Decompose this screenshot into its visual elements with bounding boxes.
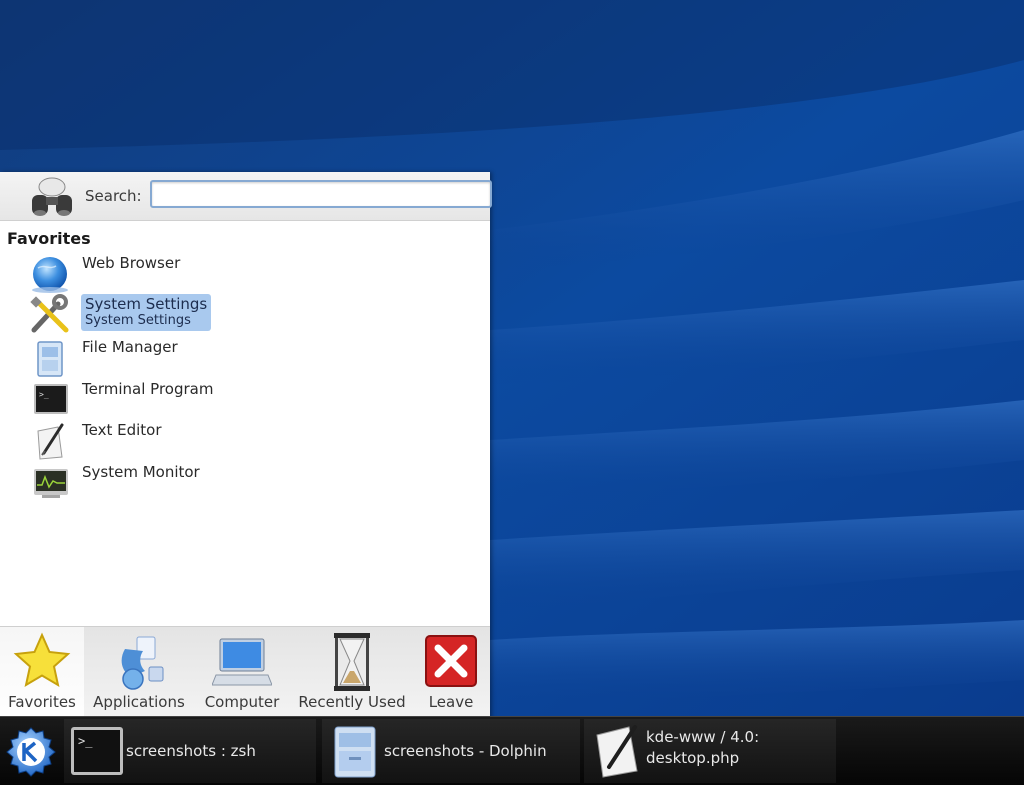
favorite-item-file-manager[interactable]: File Manager bbox=[24, 338, 254, 378]
task-label: kde-www / 4.0: desktop.php bbox=[646, 727, 759, 769]
folder-icon bbox=[334, 726, 376, 778]
tab-favorites[interactable]: Favorites bbox=[0, 627, 84, 724]
tab-label: Leave bbox=[428, 693, 474, 711]
search-bar: Search: bbox=[0, 172, 492, 221]
text-editor-icon bbox=[37, 423, 64, 460]
taskbar-panel: >_ screenshots : zsh screenshots - Dolph… bbox=[0, 716, 1024, 785]
svg-text:>_: >_ bbox=[78, 734, 93, 748]
leave-icon bbox=[425, 635, 477, 687]
favorite-label-block: System Settings System Settings bbox=[81, 294, 212, 331]
favorite-item-system-settings[interactable]: System Settings System Settings bbox=[24, 294, 254, 334]
system-monitor-icon bbox=[34, 469, 68, 498]
task-text-editor-desktop-php[interactable]: kde-www / 4.0: desktop.php bbox=[584, 719, 836, 783]
favorite-sublabel: System Settings bbox=[85, 313, 191, 328]
applications-icon bbox=[121, 636, 164, 690]
tab-recently-used[interactable]: Recently Used bbox=[290, 627, 414, 724]
tab-applications[interactable]: Applications bbox=[84, 627, 194, 724]
tab-label: Computer bbox=[204, 693, 280, 711]
system-settings-icon bbox=[30, 294, 69, 333]
favorite-label: System Settings bbox=[85, 295, 208, 313]
text-editor-icon bbox=[596, 725, 638, 778]
tab-label: Recently Used bbox=[298, 693, 406, 711]
star-icon bbox=[13, 632, 71, 688]
globe-icon bbox=[32, 257, 68, 293]
file-manager-icon bbox=[37, 341, 63, 377]
favorite-label: Web Browser bbox=[82, 254, 181, 272]
computer-icon bbox=[212, 638, 272, 686]
launcher-tab-bar: Favorites Applications Computer Recently… bbox=[0, 626, 490, 724]
application-launcher-menu: Search: Favorites Web Browser System Set… bbox=[0, 172, 492, 724]
terminal-icon: >_ bbox=[71, 727, 123, 775]
svg-text:>_: >_ bbox=[39, 390, 49, 399]
favorite-item-text-editor[interactable]: Text Editor bbox=[24, 421, 254, 461]
favorite-label: File Manager bbox=[82, 338, 178, 356]
favorite-item-terminal-program[interactable]: >_ Terminal Program bbox=[24, 380, 254, 420]
search-label: Search: bbox=[85, 187, 142, 205]
binoculars-icon bbox=[32, 177, 72, 216]
task-terminal-zsh[interactable]: >_ screenshots : zsh bbox=[64, 719, 316, 783]
terminal-icon: >_ bbox=[34, 384, 68, 414]
task-label-line-1: kde-www / 4.0: bbox=[646, 728, 760, 746]
favorite-label: Terminal Program bbox=[82, 380, 214, 398]
tab-leave[interactable]: Leave bbox=[414, 627, 488, 724]
favorite-item-web-browser[interactable]: Web Browser bbox=[24, 254, 254, 294]
application-launcher-button[interactable] bbox=[2, 725, 60, 781]
favorite-label: Text Editor bbox=[82, 421, 162, 439]
task-label: screenshots - Dolphin bbox=[384, 742, 547, 760]
tab-label: Favorites bbox=[8, 693, 76, 711]
tab-label: Applications bbox=[93, 693, 185, 711]
kde-logo-icon bbox=[6, 727, 56, 777]
favorite-label: System Monitor bbox=[82, 463, 200, 481]
task-label-line-2: desktop.php bbox=[646, 749, 740, 767]
tab-computer[interactable]: Computer bbox=[194, 627, 290, 724]
task-dolphin[interactable]: screenshots - Dolphin bbox=[322, 719, 580, 783]
search-input[interactable] bbox=[150, 180, 492, 208]
favorites-heading: Favorites bbox=[7, 229, 91, 248]
task-label: screenshots : zsh bbox=[126, 742, 256, 760]
favorite-item-system-monitor[interactable]: System Monitor bbox=[24, 463, 254, 503]
hourglass-icon bbox=[334, 633, 370, 691]
